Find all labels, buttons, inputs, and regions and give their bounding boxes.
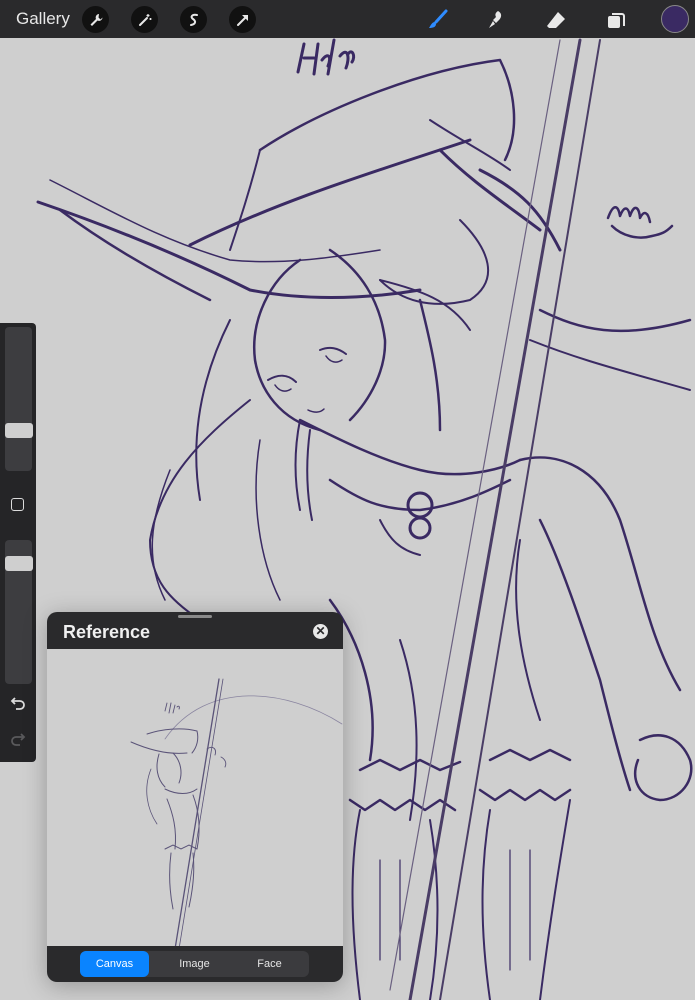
reference-footer: Canvas Image Face: [47, 946, 343, 982]
reference-title: Reference: [63, 622, 151, 642]
top-toolbar: Gallery: [0, 0, 695, 38]
drag-handle[interactable]: [178, 615, 212, 618]
reference-header[interactable]: Reference ✕: [47, 612, 343, 649]
brush-icon[interactable]: [424, 6, 452, 34]
modify-square-icon[interactable]: [11, 498, 24, 511]
gallery-button[interactable]: Gallery: [16, 9, 70, 29]
color-picker-button[interactable]: [661, 5, 689, 33]
smudge-icon[interactable]: [482, 6, 510, 34]
undo-icon[interactable]: [8, 696, 28, 714]
redo-icon[interactable]: [8, 732, 28, 750]
reference-mode-segmented-control: Canvas Image Face: [80, 951, 309, 977]
tab-canvas[interactable]: Canvas: [80, 951, 149, 977]
magic-wand-icon[interactable]: [131, 6, 158, 33]
brush-size-knob[interactable]: [5, 423, 33, 438]
transform-arrow-icon[interactable]: [229, 6, 256, 33]
close-icon[interactable]: ✕: [313, 624, 328, 639]
reference-preview: [47, 649, 343, 950]
selection-icon[interactable]: [180, 6, 207, 33]
tab-image[interactable]: Image: [160, 951, 229, 977]
opacity-knob[interactable]: [5, 556, 33, 571]
opacity-slider[interactable]: [5, 540, 33, 684]
reference-panel[interactable]: Reference ✕ Canvas Image Face: [47, 612, 343, 982]
tab-face[interactable]: Face: [235, 951, 304, 977]
eraser-icon[interactable]: [542, 6, 570, 34]
layers-icon[interactable]: [602, 6, 630, 34]
reference-thumbnail: [130, 678, 343, 950]
brush-size-slider[interactable]: [5, 327, 33, 471]
wrench-icon[interactable]: [82, 6, 109, 33]
